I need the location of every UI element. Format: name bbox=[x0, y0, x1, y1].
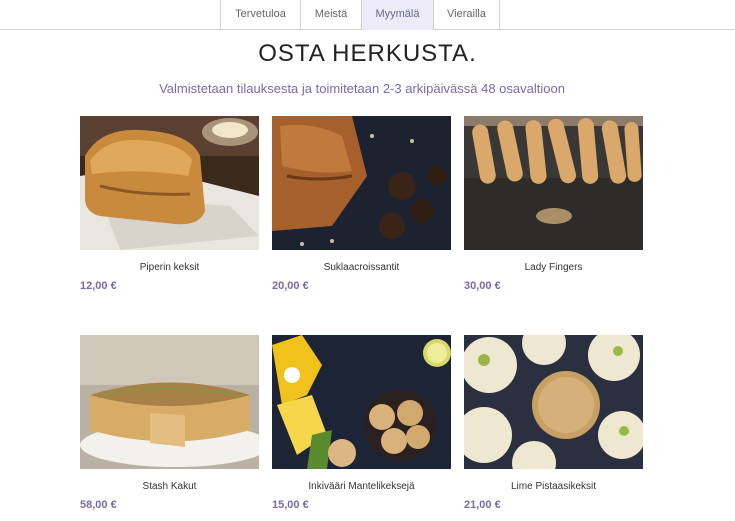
page-title: OSTA HERKUSTA. bbox=[258, 40, 477, 67]
product-card[interactable]: Suklaacroissantit 20,00 € bbox=[272, 116, 451, 292]
product-price: 12,00 € bbox=[80, 280, 117, 292]
nav-tabs: Tervetuloa Meistä Myymälä Vierailla bbox=[220, 0, 500, 30]
page-subtitle: Valmistetaan tilauksesta ja toimitetaan … bbox=[159, 81, 565, 96]
product-card[interactable]: Lime Pistaasikeksit 21,00 € bbox=[464, 335, 643, 511]
product-image[interactable] bbox=[464, 335, 643, 469]
product-price: 20,00 € bbox=[272, 280, 309, 292]
tab-myymala[interactable]: Myymälä bbox=[361, 0, 433, 30]
product-card[interactable]: Lady Fingers 30,00 € bbox=[464, 116, 643, 292]
product-name[interactable]: Piperin keksit bbox=[80, 262, 259, 273]
tab-meista[interactable]: Meistä bbox=[300, 0, 361, 30]
product-card[interactable]: Piperin keksit 12,00 € bbox=[80, 116, 259, 292]
top-navigation: Tervetuloa Meistä Myymälä Vierailla bbox=[0, 0, 735, 30]
product-name[interactable]: Stash Kakut bbox=[80, 481, 259, 492]
product-name[interactable]: Lime Pistaasikeksit bbox=[464, 481, 643, 492]
product-name[interactable]: Inkivääri Mantelikeksejä bbox=[272, 481, 451, 492]
tab-tervetuloa[interactable]: Tervetuloa bbox=[220, 0, 300, 30]
product-name[interactable]: Suklaacroissantit bbox=[272, 262, 451, 273]
product-image[interactable] bbox=[464, 116, 643, 250]
product-price: 58,00 € bbox=[80, 499, 117, 511]
product-name[interactable]: Lady Fingers bbox=[464, 262, 643, 273]
product-image[interactable] bbox=[80, 335, 259, 469]
product-price: 30,00 € bbox=[464, 280, 501, 292]
product-price: 15,00 € bbox=[272, 499, 309, 511]
product-image[interactable] bbox=[272, 335, 451, 469]
product-card[interactable]: Inkivääri Mantelikeksejä 15,00 € bbox=[272, 335, 451, 511]
product-image[interactable] bbox=[80, 116, 259, 250]
product-image[interactable] bbox=[272, 116, 451, 250]
product-card[interactable]: Stash Kakut 58,00 € bbox=[80, 335, 259, 511]
product-price: 21,00 € bbox=[464, 499, 501, 511]
tab-vierailla[interactable]: Vierailla bbox=[433, 0, 500, 30]
